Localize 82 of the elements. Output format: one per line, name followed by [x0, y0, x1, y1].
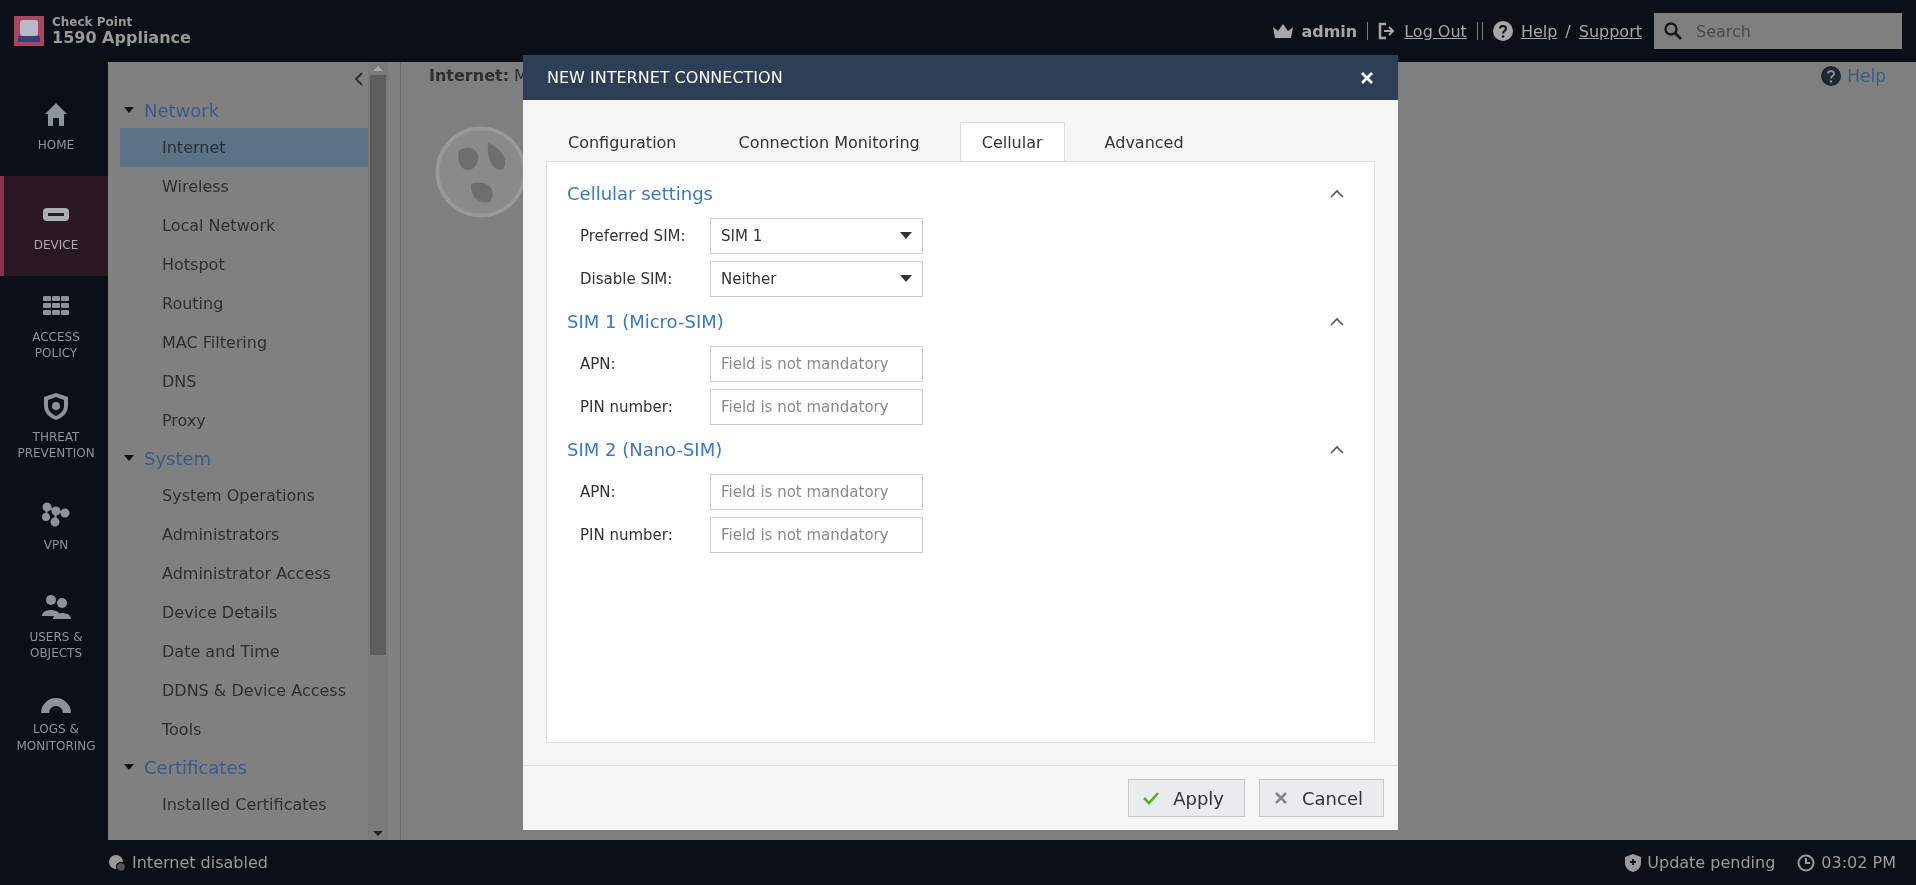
tree-item[interactable]: Routing: [120, 284, 368, 323]
nav-item[interactable]: ACCESS POLICY: [0, 276, 108, 376]
clock-time: 03:02 PM: [1821, 853, 1896, 872]
cancel-button[interactable]: Cancel: [1259, 779, 1384, 817]
nav-item[interactable]: DEVICE: [0, 176, 108, 276]
apply-button[interactable]: Apply: [1128, 779, 1245, 817]
tab[interactable]: Configuration: [546, 122, 699, 161]
section-title: SIM 2 (Nano-SIM): [567, 438, 723, 460]
input-field[interactable]: Field is not mandatory: [710, 388, 923, 425]
check-icon: [1143, 791, 1160, 805]
dropdown[interactable]: Neither: [710, 260, 923, 297]
tree-item[interactable]: Local Network: [120, 206, 368, 245]
chevron-icon[interactable]: [1330, 444, 1344, 454]
tree-item[interactable]: System Operations: [120, 476, 368, 515]
close-icon: [1274, 791, 1288, 805]
logout-link[interactable]: Log Out: [1404, 21, 1467, 41]
caret-icon: [900, 275, 912, 282]
nav-item[interactable]: THREAT PREVENTION: [0, 376, 108, 476]
nav-icon: [41, 698, 71, 714]
nav-item[interactable]: LOGS & MONITORING: [0, 676, 108, 776]
dropdown[interactable]: SIM 1: [710, 217, 923, 254]
field-label: APN:: [580, 482, 617, 501]
tree-section[interactable]: Certificates: [108, 749, 368, 785]
field-label: PIN number:: [580, 397, 674, 416]
tree-item[interactable]: Wireless: [120, 167, 368, 206]
shield-icon: [1625, 853, 1642, 872]
tree-item[interactable]: Tools: [120, 710, 368, 749]
input-field[interactable]: Field is not mandatory: [710, 345, 923, 382]
help-icon: [1492, 21, 1513, 41]
search-icon: [1664, 22, 1682, 40]
support-link[interactable]: Support: [1578, 21, 1642, 41]
user-name: admin: [1301, 21, 1358, 41]
chevron-icon[interactable]: [1330, 316, 1344, 326]
chevron-icon[interactable]: [1330, 188, 1344, 198]
nav-item[interactable]: HOME: [0, 76, 108, 176]
tree-section[interactable]: Network: [108, 92, 368, 128]
dialog-title: NEW INTERNET CONNECTION: [547, 68, 783, 87]
tree-item[interactable]: Device Details: [120, 593, 368, 632]
tree-item[interactable]: Date and Time: [120, 632, 368, 671]
update-status: Update pending: [1647, 853, 1776, 872]
tree-item[interactable]: MAC Filtering: [120, 323, 368, 362]
tree-item[interactable]: Internet: [120, 128, 368, 167]
brand-name: Check Point: [52, 15, 134, 29]
tree-item[interactable]: Administrators: [120, 515, 368, 554]
nav-item[interactable]: VPN: [0, 476, 108, 576]
logo-icon: [14, 16, 44, 46]
section-title: SIM 1 (Micro-SIM): [567, 310, 724, 332]
tree-section[interactable]: System: [108, 440, 368, 476]
input-field[interactable]: Field is not mandatory: [710, 473, 923, 510]
caret-icon: [124, 105, 134, 115]
field-label: APN:: [580, 354, 617, 373]
collapse-icon[interactable]: [354, 72, 364, 86]
caret-icon: [124, 453, 134, 463]
link-separator: /: [1565, 21, 1571, 41]
tree-item[interactable]: Proxy: [120, 401, 368, 440]
connection-status: Internet disabled: [132, 853, 268, 872]
tab[interactable]: Advanced: [1082, 122, 1206, 161]
tree-item[interactable]: Installed Certificates: [120, 785, 368, 824]
crown-icon: [1273, 24, 1294, 38]
close-icon[interactable]: [1360, 70, 1374, 85]
field-label: Disable SIM:: [580, 269, 674, 288]
help-icon: [1821, 66, 1842, 86]
tree-item[interactable]: Hotspot: [120, 245, 368, 284]
logout-icon: [1378, 22, 1397, 40]
tree-item[interactable]: Administrator Access: [120, 554, 368, 593]
caret-icon: [900, 232, 912, 239]
clock-icon: [1797, 853, 1816, 872]
tree-item[interactable]: DNS: [120, 362, 368, 401]
field-label: PIN number:: [580, 525, 674, 544]
nav-item[interactable]: USERS & OBJECTS: [0, 576, 108, 676]
tree-item[interactable]: DDNS & Device Access: [120, 671, 368, 710]
tab[interactable]: Connection Monitoring: [716, 122, 942, 161]
help-link[interactable]: Help: [1520, 21, 1558, 41]
nav-icon: [41, 390, 71, 421]
product-name: 1590 Appliance: [52, 28, 191, 47]
scroll-down-icon[interactable]: [373, 831, 383, 836]
tab[interactable]: Cellular: [959, 122, 1065, 161]
field-label: Preferred SIM:: [580, 226, 687, 245]
scrollbar[interactable]: [368, 62, 388, 840]
caret-icon: [124, 762, 134, 772]
section-title: Cellular settings: [567, 182, 713, 204]
input-field[interactable]: Field is not mandatory: [710, 516, 923, 553]
